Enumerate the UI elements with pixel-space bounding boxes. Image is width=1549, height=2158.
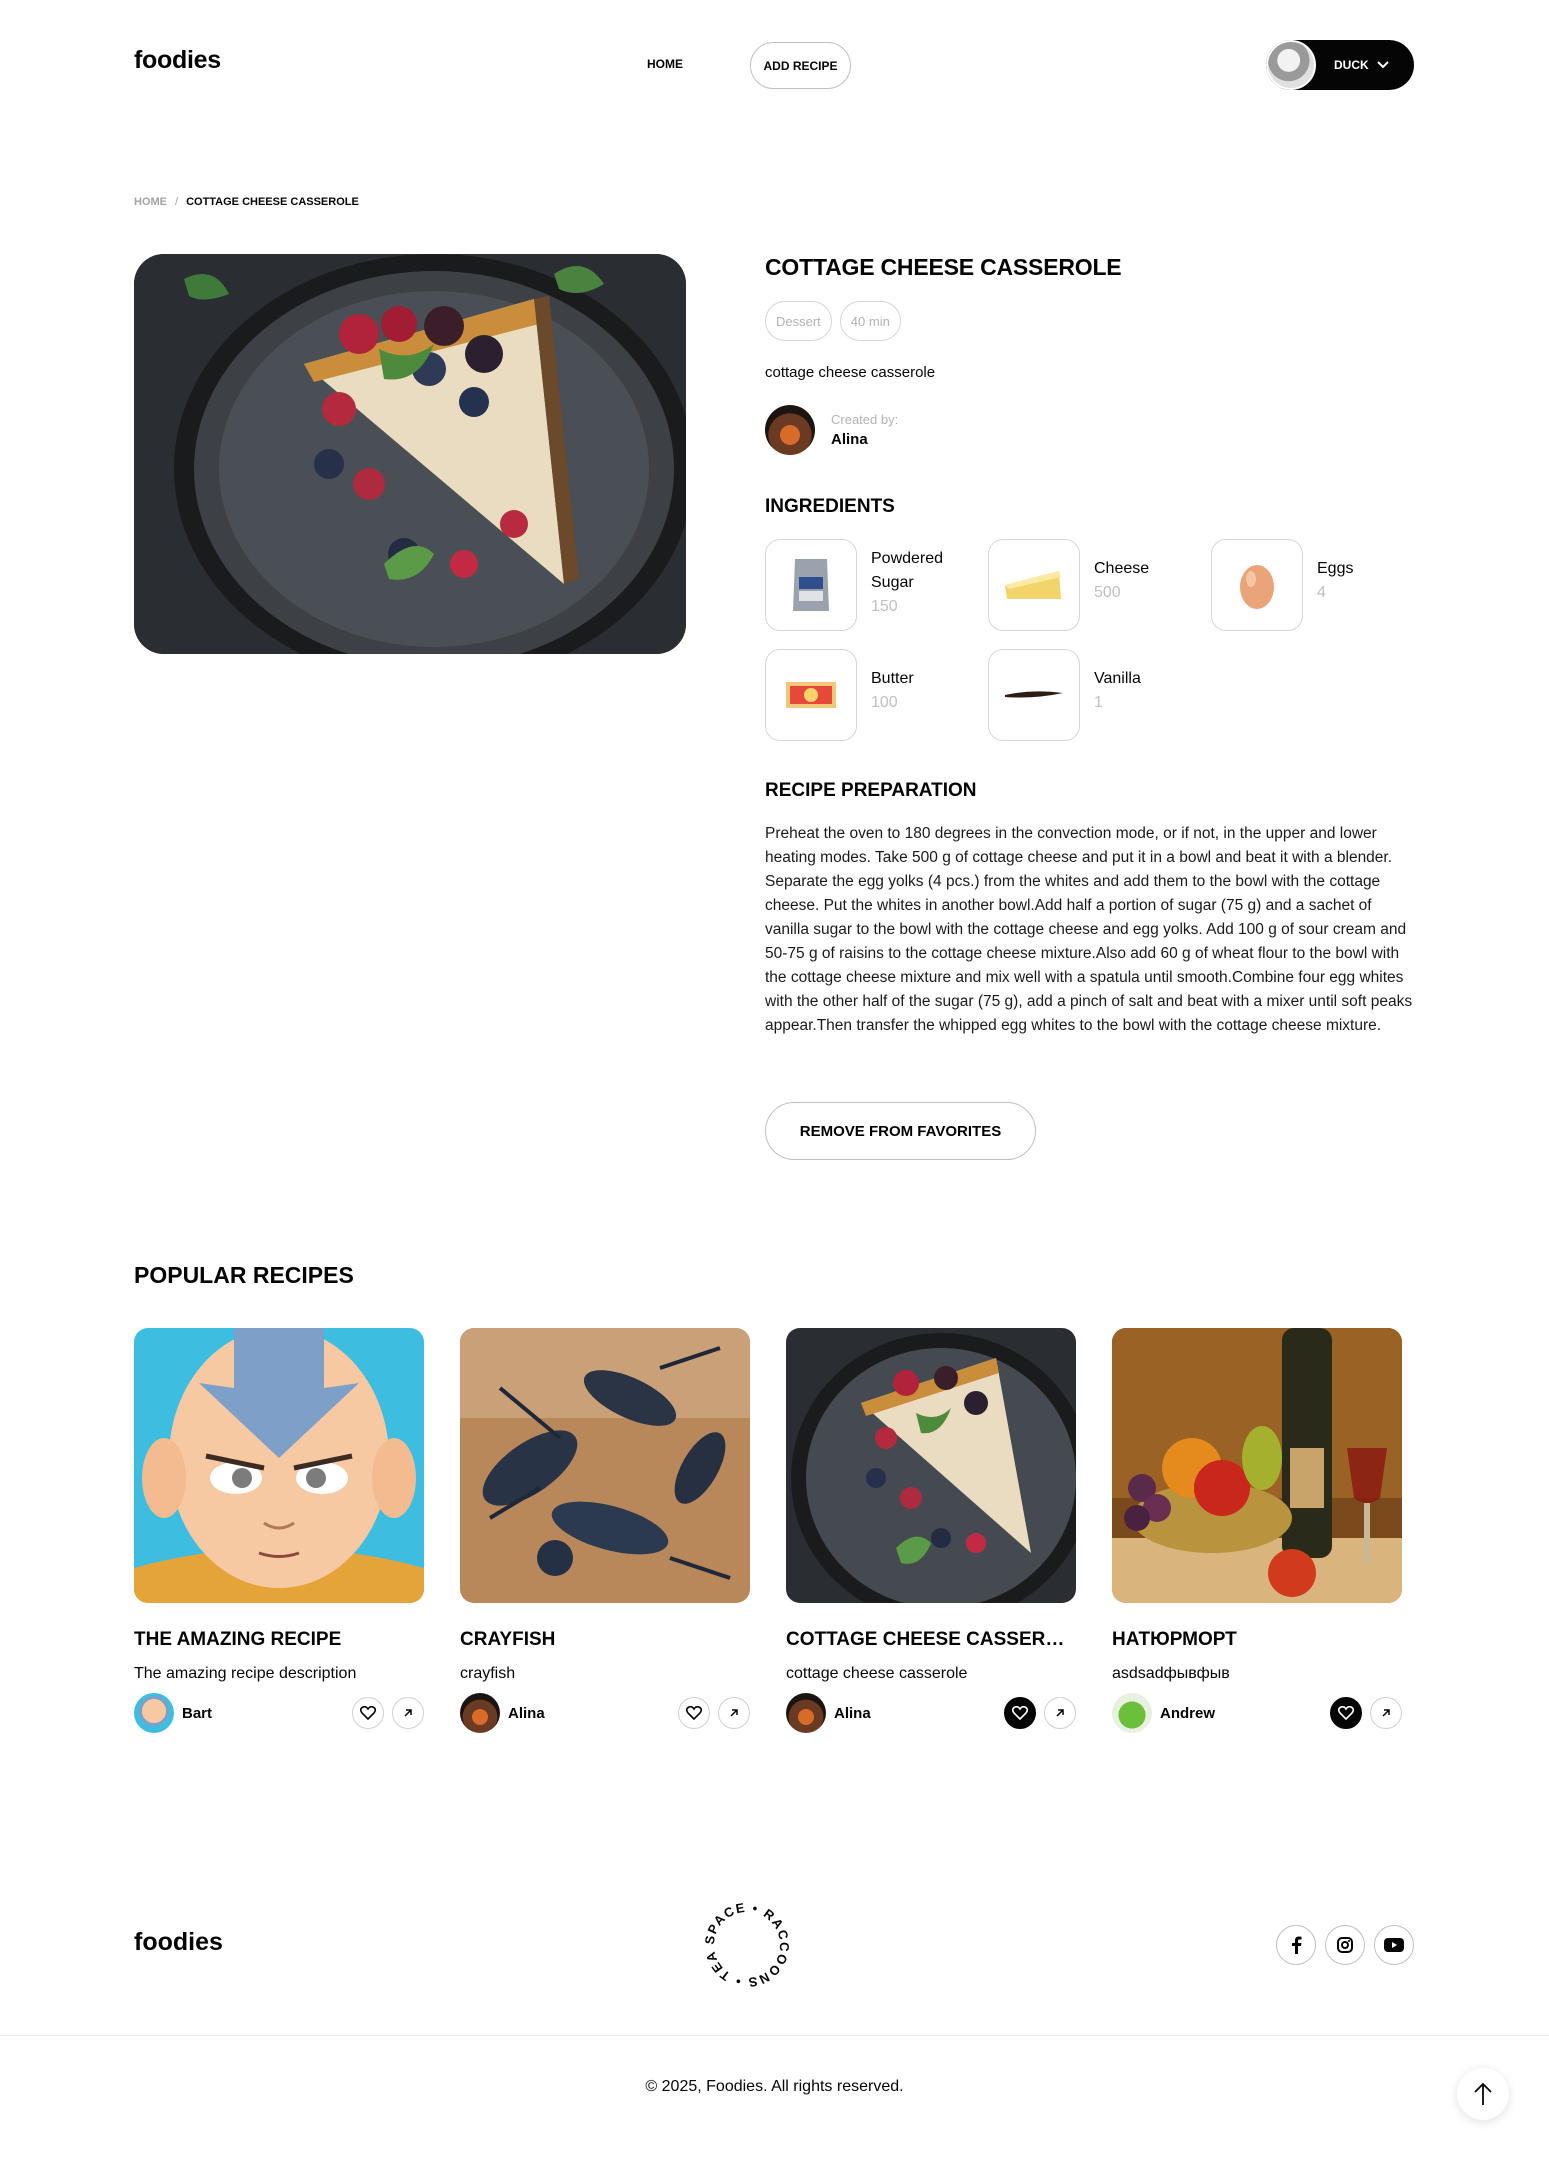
recipe-card-title: THE AMAZING RECIPE [134, 1629, 342, 1650]
breadcrumb-current: COTTAGE CHEESE CASSEROLE [186, 196, 359, 208]
ingredient-item: Vanilla 1 [988, 649, 1203, 741]
logo[interactable]: foodies [134, 46, 221, 75]
social-links [1276, 1925, 1414, 1965]
time-tag: 40 min [839, 301, 901, 341]
nav-home-link[interactable]: HOME [638, 43, 692, 85]
ingredient-item: Cheese 500 [988, 539, 1203, 631]
recipe-image [134, 254, 686, 654]
recipe-card-title: НАТЮРМОРТ [1112, 1629, 1237, 1650]
sugar-bag-icon [765, 539, 857, 631]
svg-text:SPACE • RACCOONS • TEAM •: SPACE • RACCOONS • TEAM • [700, 1898, 792, 1990]
recipe-card-description: cottage cheese casserole [786, 1665, 968, 1682]
recipe-card: НАТЮРМОРТ asdsadфывфыв Andrew [1112, 1328, 1402, 1733]
recipe-card-description: crayfish [460, 1665, 516, 1682]
ingredient-name: Cheese [1094, 560, 1150, 577]
recipe-card-image[interactable] [1112, 1328, 1402, 1603]
copyright-text: © 2025, Foodies. All rights reserved. [645, 2078, 904, 2095]
ingredient-name: Eggs [1317, 560, 1354, 577]
vanilla-icon [988, 649, 1080, 741]
site-header: foodies HOME ADD RECIPE DUCK [0, 0, 1549, 130]
youtube-icon[interactable] [1374, 1925, 1414, 1965]
recipe-card-description: asdsadфывфыв [1112, 1665, 1230, 1682]
category-tag: Dessert [765, 301, 832, 341]
recipe-card-author[interactable]: Bart [182, 1705, 344, 1722]
ingredient-item: Powdered Sugar 150 [765, 539, 980, 631]
user-menu-button[interactable]: DUCK [1266, 40, 1414, 90]
ingredient-qty: 500 [1094, 584, 1121, 601]
nav-add-recipe-link[interactable]: ADD RECIPE [750, 42, 851, 89]
avatar[interactable] [786, 1693, 826, 1733]
preparation-text: Preheat the oven to 180 degrees in the c… [765, 825, 1413, 1034]
author-name: Alina [831, 431, 868, 448]
avatar [765, 405, 815, 455]
ingredient-item: Butter 100 [765, 649, 980, 741]
ingredient-qty: 150 [871, 598, 898, 615]
author-label: Created by: [831, 412, 899, 427]
avatar[interactable] [134, 1693, 174, 1733]
arrow-up-right-icon[interactable] [1370, 1697, 1402, 1729]
recipe-card: COTTAGE CHEESE CASSEROLE cottage cheese … [786, 1328, 1076, 1733]
footer-logo[interactable]: foodies [134, 1928, 223, 1957]
recipe-card: THE AMAZING RECIPE The amazing recipe de… [134, 1328, 424, 1733]
heart-icon[interactable] [352, 1697, 384, 1729]
ingredient-name: Powdered Sugar [871, 550, 944, 591]
recipe-card: CRAYFISH crayfish Alina [460, 1328, 750, 1733]
popular-recipes-heading: POPULAR RECIPES [134, 1262, 354, 1288]
recipe-card-author[interactable]: Alina [834, 1705, 996, 1722]
ingredient-item: Eggs 4 [1211, 539, 1426, 631]
recipe-card-image[interactable] [134, 1328, 424, 1603]
arrow-up-icon [1474, 2082, 1492, 2105]
avatar [1266, 40, 1316, 90]
chevron-down-icon [1376, 58, 1389, 72]
avatar[interactable] [460, 1693, 500, 1733]
egg-icon [1211, 539, 1303, 631]
ingredient-qty: 1 [1094, 694, 1103, 711]
ingredient-qty: 4 [1317, 584, 1326, 601]
recipe-card-image[interactable] [786, 1328, 1076, 1603]
heart-icon[interactable] [1004, 1697, 1036, 1729]
recipe-card-author[interactable]: Alina [508, 1705, 670, 1722]
cheese-icon [988, 539, 1080, 631]
ingredient-name: Vanilla [1094, 670, 1141, 687]
recipe-description: cottage cheese casserole [765, 364, 936, 381]
arrow-up-right-icon[interactable] [1044, 1697, 1076, 1729]
scroll-to-top-button[interactable] [1457, 2068, 1509, 2120]
instagram-icon[interactable] [1325, 1925, 1365, 1965]
arrow-up-right-icon[interactable] [392, 1697, 424, 1729]
heart-icon[interactable] [678, 1697, 710, 1729]
user-name: DUCK [1334, 58, 1369, 72]
recipe-author[interactable]: Created by: Alina [765, 405, 898, 455]
breadcrumb-separator: / [175, 196, 179, 208]
breadcrumb: HOME / COTTAGE CHEESE CASSEROLE [134, 196, 359, 208]
recipe-title: COTTAGE CHEESE CASSEROLE [765, 254, 1122, 280]
recipe-card-title: COTTAGE CHEESE CASSEROLE [786, 1629, 1076, 1650]
preparation-heading: RECIPE PREPARATION [765, 780, 977, 801]
recipe-card-image[interactable] [460, 1328, 750, 1603]
recipe-card-author[interactable]: Andrew [1160, 1705, 1322, 1722]
ingredient-qty: 100 [871, 694, 898, 711]
avatar[interactable] [1112, 1693, 1152, 1733]
arrow-up-right-icon[interactable] [718, 1697, 750, 1729]
team-badge-logo: SPACE • RACCOONS • TEAM • [694, 1886, 794, 1992]
heart-icon[interactable] [1330, 1697, 1362, 1729]
ingredients-heading: INGREDIENTS [765, 496, 895, 517]
recipe-card-description: The amazing recipe description [134, 1665, 357, 1682]
remove-from-favorites-button[interactable]: REMOVE FROM FAVORITES [765, 1102, 1036, 1160]
facebook-icon[interactable] [1276, 1925, 1316, 1965]
recipe-card-title: CRAYFISH [460, 1629, 556, 1650]
footer-divider [0, 2035, 1549, 2036]
ingredient-name: Butter [871, 670, 914, 687]
butter-icon [765, 649, 857, 741]
recipe-tags: Dessert 40 min [765, 301, 901, 341]
breadcrumb-home[interactable]: HOME [134, 196, 167, 208]
